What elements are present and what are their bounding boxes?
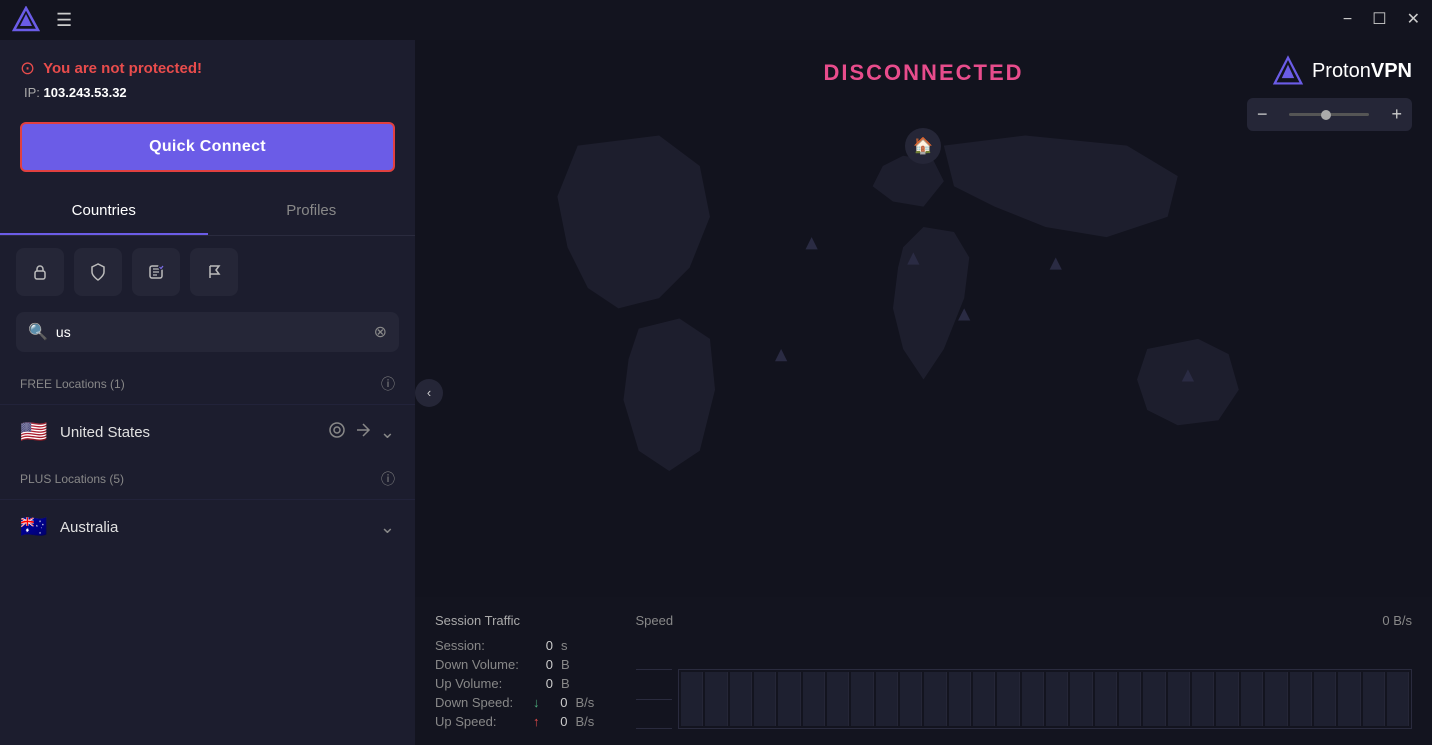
alert-icon: ⊙ [20,58,35,79]
stat-down-volume-label: Down Volume: [435,657,525,672]
stat-down-speed-value: 0 [548,695,568,710]
stat-up-speed-value: 0 [548,714,568,729]
minimize-button[interactable]: − [1343,12,1352,28]
ip-value: 103.243.53.32 [44,85,127,100]
session-traffic-title: Session Traffic [435,613,596,628]
search-icon: 🔍 [28,322,48,342]
edit-filter-button[interactable] [132,248,180,296]
main-layout: ⊙ You are not protected! IP: 103.243.53.… [0,40,1432,745]
stat-up-volume-label: Up Volume: [435,676,525,691]
speed-header: Speed 0 B/s [636,613,1413,628]
home-location-marker[interactable]: 🏠 [905,128,941,164]
stat-down-speed-unit: B/s [576,695,596,710]
tab-countries[interactable]: Countries [0,188,208,235]
tab-profiles[interactable]: Profiles [208,188,416,235]
world-map [415,40,1432,597]
quick-connect-wrap: Quick Connect [0,110,415,188]
flag-australia: 🇦🇺 [20,514,48,540]
window-controls: − ☐ ✕ [1343,12,1420,28]
free-locations-info-icon[interactable]: ⓘ [381,374,395,394]
stat-down-volume-value: 0 [533,657,553,672]
server-actions-usa: ⌄ [328,421,395,444]
close-button[interactable]: ✕ [1407,12,1420,28]
ip-row: IP: 103.243.53.32 [20,85,395,100]
stat-up-volume: Up Volume: 0 B [435,676,596,691]
titlebar-left: ☰ [12,6,72,34]
stat-down-speed: Down Speed: ↓ 0 B/s [435,695,596,710]
flag-filter-button[interactable] [190,248,238,296]
server-chevron-usa[interactable]: ⌄ [380,422,395,443]
search-wrap: 🔍 ⊗ [0,308,415,364]
stat-up-volume-unit: B [561,676,581,691]
server-name-australia: Australia [60,519,368,536]
menu-icon[interactable]: ☰ [56,11,72,29]
session-traffic-section: Session Traffic Session: 0 s Down Volume… [435,613,596,729]
collapse-panel-button[interactable]: ‹ [415,379,443,407]
speed-chart-section: Speed 0 B/s (function() { const co [636,613,1413,729]
server-refresh-button-usa[interactable] [328,421,346,444]
tabs-row: Countries Profiles [0,188,415,236]
search-input[interactable] [56,324,366,340]
stat-down-volume: Down Volume: 0 B [435,657,596,672]
not-protected-row: ⊙ You are not protected! [20,58,395,79]
right-panel: ‹ DISCONNECTED ProtonVPN − [415,40,1432,745]
left-panel: ⊙ You are not protected! IP: 103.243.53.… [0,40,415,745]
server-item-united-states[interactable]: 🇺🇸 United States ⌄ [0,404,415,459]
plus-locations-label: PLUS Locations (5) [20,472,124,486]
stat-session-unit: s [561,638,581,653]
quick-connect-button[interactable]: Quick Connect [20,122,395,172]
stat-up-volume-value: 0 [533,676,553,691]
shield-filter-button[interactable] [74,248,122,296]
not-protected-text: You are not protected! [43,60,202,77]
search-input-wrap: 🔍 ⊗ [16,312,399,352]
free-locations-label: FREE Locations (1) [20,377,125,391]
server-actions-australia: ⌄ [380,517,395,538]
speed-title: Speed [636,613,674,628]
server-item-australia[interactable]: 🇦🇺 Australia ⌄ [0,499,415,554]
free-locations-header: FREE Locations (1) ⓘ [0,364,415,404]
speed-chart: (function() { const container = document… [636,636,1413,729]
disconnected-label: DISCONNECTED [823,60,1023,86]
server-chevron-australia[interactable]: ⌄ [380,517,395,538]
stat-down-volume-unit: B [561,657,581,672]
search-clear-button[interactable]: ⊗ [374,322,387,342]
server-list: FREE Locations (1) ⓘ 🇺🇸 United States [0,364,415,745]
plus-locations-header: PLUS Locations (5) ⓘ [0,459,415,499]
server-connect-button-usa[interactable] [354,421,372,444]
filter-row [0,236,415,308]
stats-panel: Session Traffic Session: 0 s Down Volume… [415,597,1432,745]
protection-banner: ⊙ You are not protected! IP: 103.243.53.… [0,40,415,110]
stat-up-speed-unit: B/s [576,714,596,729]
stat-session-value: 0 [533,638,553,653]
flag-usa: 🇺🇸 [20,419,48,445]
server-name-united-states: United States [60,424,316,441]
stat-session: Session: 0 s [435,638,596,653]
plus-locations-info-icon[interactable]: ⓘ [381,469,395,489]
ip-label: IP: [24,85,40,100]
stat-up-speed-label: Up Speed: [435,714,525,729]
titlebar: ☰ − ☐ ✕ [0,0,1432,40]
lock-filter-button[interactable] [16,248,64,296]
stat-session-label: Session: [435,638,525,653]
app-logo-icon [12,6,40,34]
map-area: DISCONNECTED ProtonVPN − + [415,40,1432,597]
arrow-down-icon: ↓ [533,695,540,710]
stat-up-speed: Up Speed: ↑ 0 B/s [435,714,596,729]
arrow-up-icon: ↑ [533,714,540,729]
speed-value: 0 B/s [1382,613,1412,628]
maximize-button[interactable]: ☐ [1372,12,1386,28]
stat-down-speed-label: Down Speed: [435,695,525,710]
